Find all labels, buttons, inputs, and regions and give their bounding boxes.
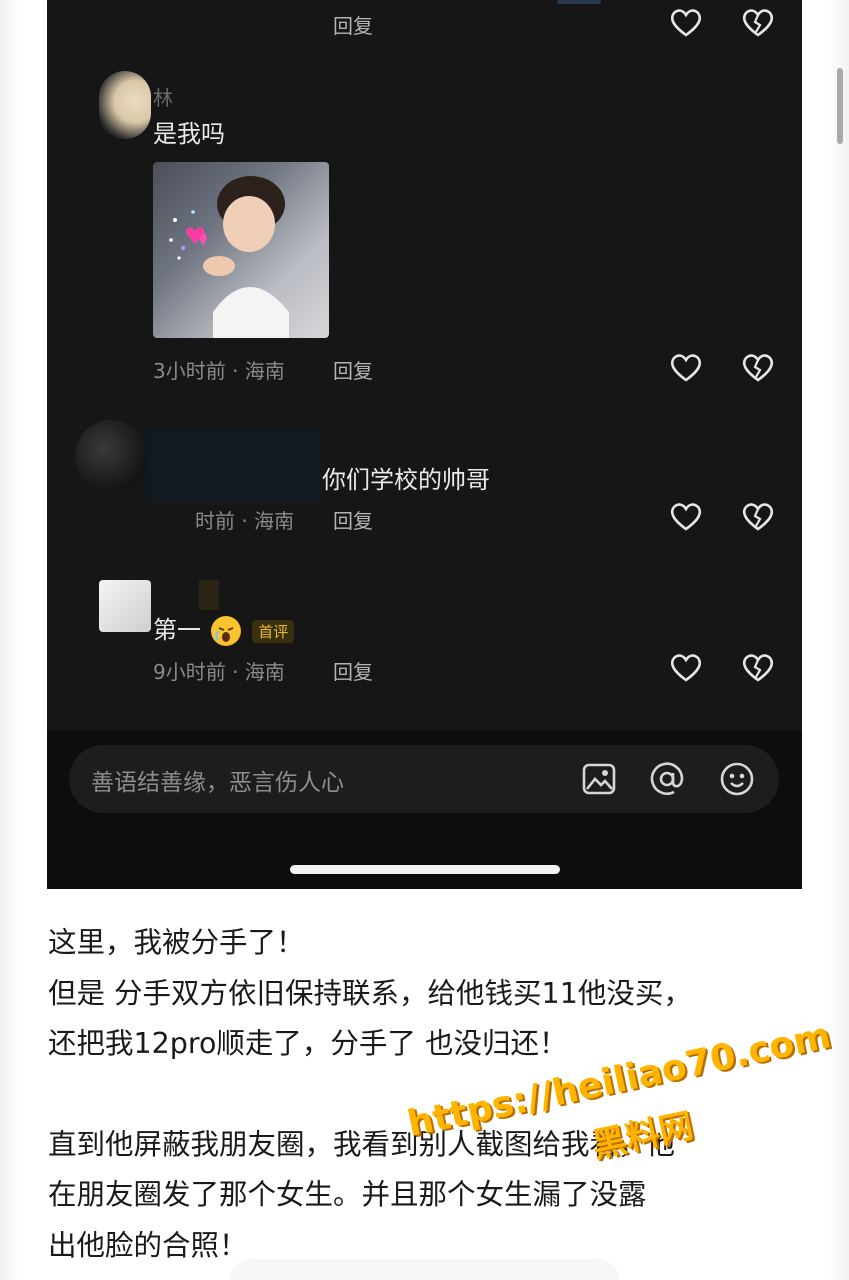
comment-text: 第一 首评 [153,610,295,646]
comment-input[interactable]: 善语结善缘，恶言伤人心 [69,745,779,813]
broken-heart-icon[interactable] [741,8,775,38]
heart-icon[interactable] [669,653,703,683]
first-comment-badge: 首评 [252,619,295,643]
page-left-edge [0,0,20,1280]
heart-icon[interactable] [669,353,703,383]
comment-username: 林 [153,86,173,110]
page-scrollbar[interactable] [837,68,843,144]
broken-heart-icon[interactable] [741,353,775,383]
avatar[interactable] [99,580,151,632]
emoji-icon[interactable] [719,761,755,797]
reply-button[interactable]: 回复 [333,355,373,384]
article-line: 但是 分手双方依旧保持联系，给他钱买11他没买， [48,976,692,1010]
avatar[interactable] [75,420,147,492]
top-stub [557,0,601,4]
embedded-screenshot: 回复 林 是我吗 3小时前 · 海南 回复 你们学校的帅哥 时前 · 海南 回复… [47,0,802,889]
comment-time: 9小时前 · 海南 [153,660,285,684]
redaction-box [147,428,323,502]
bottom-floating-bar[interactable] [232,1262,617,1280]
redaction-box [199,580,219,610]
comment-input-area: 善语结善缘，恶言伤人心 [47,731,802,889]
comment-text: 你们学校的帅哥 [322,466,490,494]
heart-icon[interactable] [669,502,703,532]
baby-sticker-image [153,162,329,338]
article-line: 这里，我被分手了！ [48,926,305,959]
comment-text-value: 第一 [153,616,201,644]
page-right-edge [829,0,849,1280]
crying-emoji-icon [210,616,241,646]
article-line: 直到他屏蔽我朋友圈，我看到别人截图给我看，他 [48,1127,676,1161]
broken-heart-icon[interactable] [741,502,775,532]
reply-button[interactable]: 回复 [333,505,373,534]
article-line: 还把我12pro顺走了，分手了 也没归还！ [48,1027,568,1060]
reply-button[interactable]: 回复 [333,656,373,685]
home-indicator[interactable] [290,865,560,874]
comment-time: 时前 · 海南 [195,509,295,533]
at-icon[interactable] [649,761,685,797]
comment-time: 3小时前 · 海南 [153,359,285,383]
image-icon[interactable] [581,761,617,797]
comment-input-placeholder: 善语结善缘，恶言伤人心 [91,770,344,796]
broken-heart-icon[interactable] [741,653,775,683]
heart-icon[interactable] [669,8,703,38]
article-body: 这里，我被分手了！ 但是 分手双方依旧保持联系，给他钱买11他没买， 还把我12… [48,918,808,1271]
comment-text: 是我吗 [153,120,225,148]
avatar[interactable] [99,71,151,139]
reply-button[interactable]: 回复 [333,10,373,39]
article-line: 在朋友圈发了那个女生。并且那个女生漏了没露 [48,1178,647,1211]
